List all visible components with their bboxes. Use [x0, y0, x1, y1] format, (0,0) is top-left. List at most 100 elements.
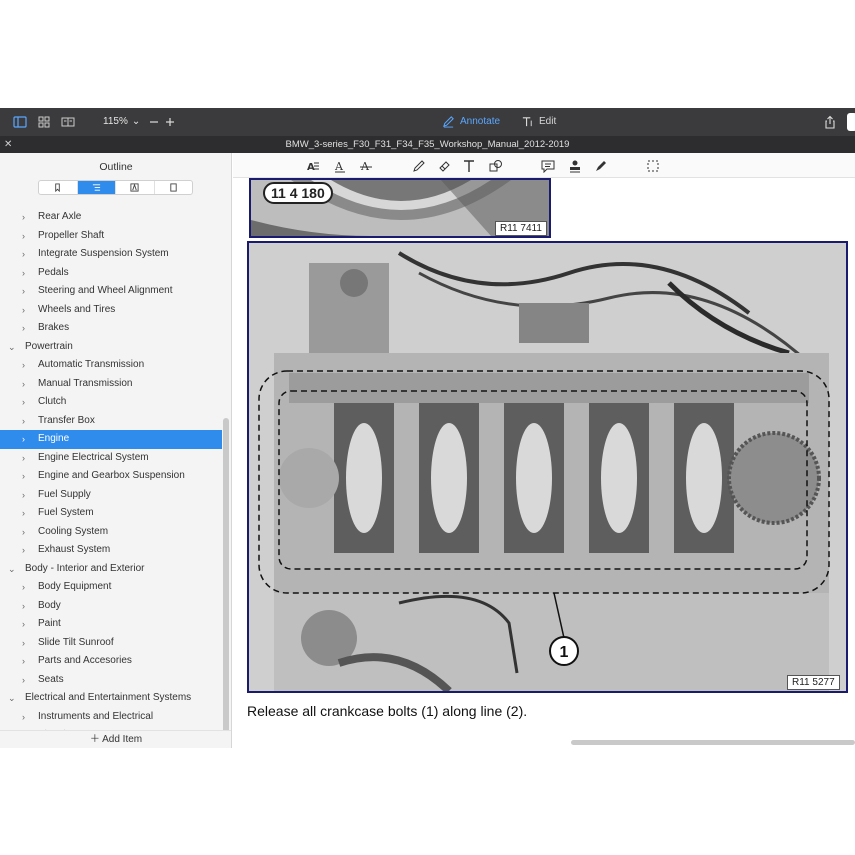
outline-item[interactable]: › Paint	[0, 615, 222, 634]
outline-item[interactable]: › Brakes	[0, 319, 222, 338]
pencil-icon[interactable]	[412, 159, 426, 173]
chevron-down-icon[interactable]: ⌄	[8, 560, 16, 579]
zoom-out-icon[interactable]	[147, 115, 161, 129]
chevron-right-icon[interactable]: ›	[22, 301, 25, 320]
chevron-right-icon[interactable]: ›	[22, 467, 25, 486]
outline-item[interactable]: › Transfer Box	[0, 412, 222, 431]
outline-tab[interactable]	[77, 181, 116, 194]
pages-tab[interactable]	[155, 181, 193, 194]
sidebar-toggle-icon[interactable]	[13, 115, 27, 129]
outline-item-label: Paint	[38, 618, 61, 629]
outline-item-label: Engine	[38, 433, 70, 444]
outline-item[interactable]: › Wheels and Tires	[0, 301, 222, 320]
chevron-right-icon[interactable]: ›	[22, 597, 25, 616]
outline-item[interactable]: › Seats	[0, 671, 222, 690]
outline-item[interactable]: › Automatic Transmission	[0, 356, 222, 375]
outline-item-label: Integrate Suspension System	[38, 248, 169, 259]
close-icon[interactable]: ✕	[4, 136, 12, 153]
outline-item[interactable]: › Propeller Shaft	[0, 227, 222, 246]
outline-item[interactable]: › Integrate Suspension System	[0, 245, 222, 264]
eraser-icon[interactable]	[437, 159, 451, 173]
outline-item[interactable]: › Clutch	[0, 393, 222, 412]
outline-item-label: Propeller Shaft	[38, 229, 105, 241]
outline-item[interactable]: › Slide Tilt Sunroof	[0, 634, 222, 653]
chevron-right-icon[interactable]: ›	[22, 430, 25, 449]
share-icon[interactable]	[823, 115, 837, 129]
annotate-button[interactable]: Annotate	[442, 115, 500, 128]
document-title-bar: ✕ BMW_3-series_F30_F31_F34_F35_Workshop_…	[0, 136, 855, 153]
part-number-label: 11 4 180	[263, 182, 333, 204]
zoom-dropdown[interactable]: 115% ⌄	[103, 116, 140, 127]
signature-icon[interactable]	[594, 159, 608, 173]
svg-text:A: A	[334, 160, 344, 173]
outline-item[interactable]: › Manual Transmission	[0, 375, 222, 394]
annotations-tab[interactable]	[116, 181, 155, 194]
chevron-right-icon[interactable]: ›	[22, 523, 25, 542]
outline-item-label: Pedals	[38, 266, 69, 278]
outline-item[interactable]: › Pedals	[0, 264, 222, 283]
chevron-right-icon[interactable]: ›	[22, 245, 25, 264]
chevron-right-icon[interactable]: ›	[22, 227, 25, 246]
search-field-edge[interactable]	[847, 113, 855, 131]
chevron-down-icon[interactable]: ⌄	[8, 689, 16, 708]
shapes-icon[interactable]	[489, 159, 503, 173]
outline-tree: › Rear Axle › Propeller Shaft › Integrate Sus…	[0, 208, 222, 745]
text-strikethrough-icon[interactable]: A	[359, 159, 373, 173]
outline-item[interactable]: ⌄ Body - Interior and Exterior	[0, 560, 222, 579]
chevron-right-icon[interactable]: ›	[22, 264, 25, 283]
outline-item[interactable]: › Steering and Wheel Alignment	[0, 282, 222, 301]
bookmark-tab[interactable]	[39, 181, 78, 194]
zoom-in-icon[interactable]	[163, 115, 177, 129]
outline-item-label: Manual Transmission	[38, 377, 133, 389]
chevron-right-icon[interactable]: ›	[22, 708, 25, 727]
stamp-icon[interactable]	[568, 159, 582, 173]
outline-item[interactable]: › Body Equipment	[0, 578, 222, 597]
chevron-right-icon[interactable]: ›	[22, 412, 25, 431]
outline-item[interactable]: › Engine and Gearbox Suspension	[0, 467, 222, 486]
outline-item[interactable]: › Engine	[0, 430, 222, 449]
outline-item[interactable]: › Exhaust System	[0, 541, 222, 560]
chevron-right-icon[interactable]: ›	[22, 449, 25, 468]
chevron-right-icon[interactable]: ›	[22, 375, 25, 394]
text-highlight-icon[interactable]: A	[306, 159, 320, 173]
comment-icon[interactable]	[541, 159, 555, 173]
two-page-view-icon[interactable]	[61, 115, 75, 129]
chevron-right-icon[interactable]: ›	[22, 282, 25, 301]
outline-item[interactable]: › Parts and Accesories	[0, 652, 222, 671]
outline-item[interactable]: ⌄ Electrical and Entertainment Systems	[0, 689, 222, 708]
outline-item[interactable]: › Engine Electrical System	[0, 449, 222, 468]
add-item-button[interactable]: ＋ Add Item	[0, 730, 231, 748]
selection-icon[interactable]	[646, 159, 660, 173]
chevron-down-icon[interactable]: ⌄	[8, 338, 16, 357]
outline-item[interactable]: › Body	[0, 597, 222, 616]
outline-item-label: Body Equipment	[38, 581, 112, 592]
chevron-right-icon[interactable]: ›	[22, 615, 25, 634]
outline-item[interactable]: › Fuel System	[0, 504, 222, 523]
chevron-right-icon[interactable]: ›	[22, 578, 25, 597]
document-title: BMW_3-series_F30_F31_F34_F35_Workshop_Ma…	[285, 139, 570, 150]
chevron-right-icon[interactable]: ›	[22, 671, 25, 690]
edit-button[interactable]: Edit	[521, 115, 556, 128]
text-box-icon[interactable]	[462, 159, 476, 173]
outline-item[interactable]: ⌄ Powertrain	[0, 338, 222, 357]
chevron-right-icon[interactable]: ›	[22, 356, 25, 375]
chevron-right-icon[interactable]: ›	[22, 541, 25, 560]
chevron-right-icon[interactable]: ›	[22, 504, 25, 523]
chevron-right-icon[interactable]: ›	[22, 634, 25, 653]
outline-item-label: Steering and Wheel Alignment	[38, 285, 173, 296]
outline-item[interactable]: › Fuel Supply	[0, 486, 222, 505]
outline-item[interactable]: › Rear Axle	[0, 208, 222, 227]
outline-item[interactable]: › Instruments and Electrical	[0, 708, 222, 727]
text-underline-icon[interactable]: A	[333, 159, 347, 173]
chevron-right-icon[interactable]: ›	[22, 652, 25, 671]
chevron-right-icon[interactable]: ›	[22, 208, 25, 227]
chevron-right-icon[interactable]: ›	[22, 393, 25, 412]
document-horizontal-scrollbar[interactable]	[571, 740, 855, 745]
sidebar-scrollbar[interactable]	[223, 418, 229, 748]
document-view: A A A	[233, 153, 855, 748]
chevron-right-icon[interactable]: ›	[22, 486, 25, 505]
outline-item[interactable]: › Cooling System	[0, 523, 222, 542]
annotate-label: Annotate	[460, 116, 501, 127]
grid-view-icon[interactable]	[37, 115, 51, 129]
chevron-right-icon[interactable]: ›	[22, 319, 25, 338]
